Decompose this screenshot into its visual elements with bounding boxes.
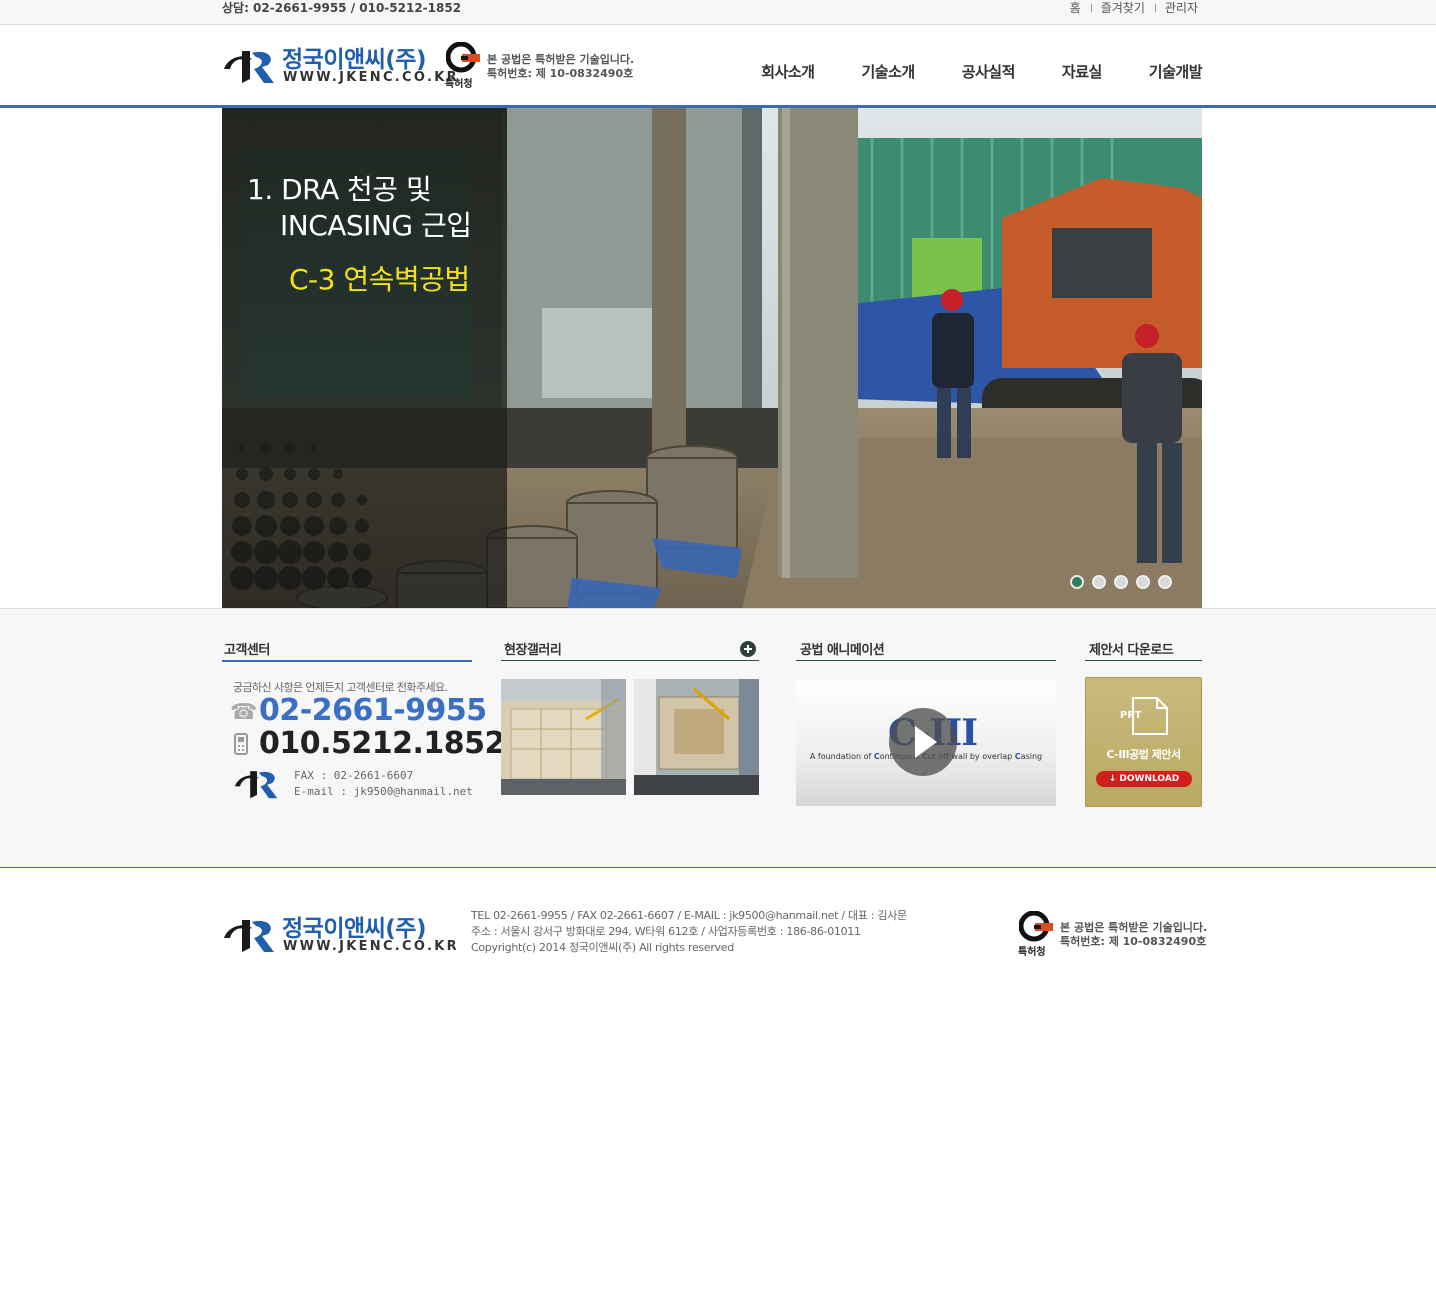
slide-dot-3[interactable] <box>1114 575 1128 589</box>
site-logo[interactable]: 정국이앤씨(주) WWW.JKENC.CO.KR <box>222 40 457 88</box>
footer-patent-line-2: 특허번호: 제 10-0832490호 <box>1060 935 1207 948</box>
footer-patent-notice: 특허청 본 공법은 특허받은 기술입니다. 특허번호: 제 10-0832490… <box>1018 910 1207 958</box>
caption-part-7: asing <box>1020 752 1043 761</box>
gallery-thumbnail-2[interactable] <box>634 679 759 795</box>
nav-technology[interactable]: 기술소개 <box>861 61 915 82</box>
footer-patent-line-1: 본 공법은 특허받은 기술입니다. <box>1060 921 1208 934</box>
footer-info-line-1: TEL 02-2661-9955 / FAX 02-2661-6607 / E-… <box>471 909 907 922</box>
patent-line-1: 본 공법은 특허받은 기술입니다. <box>487 53 635 66</box>
slide-dot-5[interactable] <box>1158 575 1172 589</box>
download-button[interactable]: ↓ DOWNLOAD <box>1096 771 1192 787</box>
play-button[interactable] <box>889 708 957 776</box>
company-url: WWW.JKENC.CO.KR <box>283 70 459 85</box>
download-divider <box>1085 660 1202 661</box>
hero-title-line-1: 1. DRA 천공 및 <box>247 173 432 206</box>
top-links: 홈 즐겨찾기 관리자 <box>1060 0 1198 16</box>
nav-projects[interactable]: 공사실적 <box>962 61 1016 82</box>
site-footer: 정국이앤씨(주) WWW.JKENC.CO.KR TEL 02-2661-995… <box>0 868 1436 988</box>
footer-info-line-2: 주소 : 서울시 강서구 방화대로 294, W타워 612호 / 사업자등록번… <box>471 925 861 938</box>
patent-line-2: 특허번호: 제 10-0832490호 <box>487 67 634 80</box>
gallery-thumbnail-1[interactable] <box>501 679 626 795</box>
footer-patent-text: 본 공법은 특허받은 기술입니다. 특허번호: 제 10-0832490호 <box>1060 921 1207 949</box>
customer-email: E-mail : jk9500@hanmail.net <box>294 785 473 798</box>
home-link[interactable]: 홈 <box>1060 0 1091 16</box>
aerial-site-photo-2 <box>634 679 759 795</box>
download-button-label: DOWNLOAD <box>1119 774 1180 784</box>
footer-info: TEL 02-2661-9955 / FAX 02-2661-6607 / E-… <box>471 908 907 956</box>
animation-divider <box>796 660 1056 661</box>
nav-development[interactable]: 기술개발 <box>1149 61 1203 82</box>
jk-mini-logo-icon <box>234 771 278 799</box>
mobile-phone-icon <box>234 733 248 755</box>
customer-mobile: 010.5212.1852 <box>259 726 505 761</box>
footer-patent-office-label: 특허청 <box>1018 947 1046 958</box>
slide-dot-4[interactable] <box>1136 575 1150 589</box>
nav-company[interactable]: 회사소개 <box>761 61 815 82</box>
footer-company-url: WWW.JKENC.CO.KR <box>283 939 459 954</box>
patent-notice: 특허청 본 공법은 특허받은 기술입니다. 특허번호: 제 10-0832490… <box>444 41 634 90</box>
aerial-site-photo-1 <box>501 679 626 795</box>
ppt-label: PPT <box>1120 710 1142 721</box>
patent-office-label: 특허청 <box>445 79 473 90</box>
main-nav: 회사소개 기술소개 공사실적 자료실 기술개발 <box>714 61 1202 82</box>
hero-slider[interactable]: 1. DRA 천공 및 INCASING 근입 C-3 연속벽공법 <box>222 108 1202 608</box>
slide-pager <box>1062 575 1172 589</box>
gallery-divider <box>501 660 759 661</box>
hero-title-line-2: INCASING 근입 <box>280 209 472 242</box>
proposal-name: C-III공법 제안서 <box>1106 748 1181 761</box>
footer-logo[interactable]: 정국이앤씨(주) WWW.JKENC.CO.KR <box>222 909 457 957</box>
site-header: 정국이앤씨(주) WWW.JKENC.CO.KR 특허청 본 공법은 특허받은 … <box>0 25 1436 108</box>
jk-logo-icon <box>224 51 274 83</box>
telephone-icon: ☎ <box>230 700 258 725</box>
patent-office-icon <box>446 42 480 73</box>
bookmark-link[interactable]: 즐겨찾기 <box>1090 0 1155 16</box>
content-section: 고객센터 궁금하신 사항은 언제든지 고객센터로 전화주세요. ☎ 02-266… <box>0 608 1436 868</box>
jk-footer-logo-icon <box>224 920 274 952</box>
slide-dot-1[interactable] <box>1070 575 1084 589</box>
footer-copyright: Copyright(c) 2014 정국이앤씨(주) All rights re… <box>471 941 734 954</box>
caption-part-1: A foundation of <box>809 752 874 761</box>
consult-phone-text: 상담: 02-2661-9955 / 010-5212-1852 <box>222 1 462 15</box>
slide-dot-2[interactable] <box>1092 575 1106 589</box>
customer-center-divider <box>222 660 472 662</box>
patent-text: 본 공법은 특허받은 기술입니다. 특허번호: 제 10-0832490호 <box>487 53 634 81</box>
proposal-download-box[interactable]: PPT C-III공법 제안서 ↓ DOWNLOAD <box>1085 677 1202 807</box>
admin-link[interactable]: 관리자 <box>1154 0 1198 16</box>
customer-fax: FAX : 02-2661-6607 <box>294 769 414 782</box>
footer-patent-office-icon <box>1019 911 1053 942</box>
gallery-more-icon[interactable] <box>740 641 756 657</box>
company-name: 정국이앤씨(주) <box>282 47 426 73</box>
nav-archive[interactable]: 자료실 <box>1062 61 1102 82</box>
hero-subtitle: C-3 연속벽공법 <box>289 263 470 296</box>
customer-phone: 02-2661-9955 <box>259 693 487 728</box>
footer-company-name: 정국이앤씨(주) <box>282 916 426 942</box>
download-arrow-icon: ↓ <box>1108 774 1120 784</box>
top-bar: 상담: 02-2661-9955 / 010-5212-1852 홈 즐겨찾기 … <box>0 0 1436 25</box>
animation-video[interactable]: C-III A foundation of Continuous Cut off… <box>796 680 1056 806</box>
